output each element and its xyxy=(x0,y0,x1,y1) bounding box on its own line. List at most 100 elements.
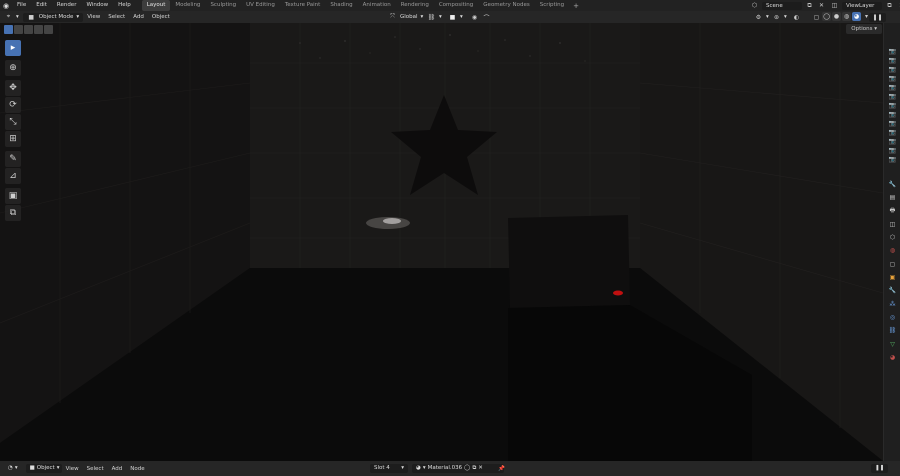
material-icon[interactable]: ◕ xyxy=(888,352,897,363)
world-icon[interactable]: ◍ xyxy=(888,245,897,256)
camera-icon[interactable]: 📷 xyxy=(888,128,897,136)
shield-icon[interactable]: ◯ xyxy=(464,464,470,473)
workspace-tab-shading[interactable]: Shading xyxy=(325,0,357,11)
menu-window[interactable]: Window xyxy=(81,0,113,11)
workspace-tab-modeling[interactable]: Modeling xyxy=(170,0,205,11)
wireframe-shading-icon[interactable]: ◯ xyxy=(822,12,831,21)
camera-icon[interactable]: 📷 xyxy=(888,137,897,145)
slot-selector[interactable]: Slot 4 ▾ xyxy=(370,464,408,473)
menu-object[interactable]: Object xyxy=(148,14,174,20)
scene-selector[interactable]: ⬡ Scene ⧉ ✕ xyxy=(750,1,826,10)
material-shading-icon[interactable]: ◍ xyxy=(842,12,851,21)
menu-view[interactable]: View xyxy=(83,14,104,20)
menu-node[interactable]: Node xyxy=(126,466,148,472)
sidebar-toggle[interactable]: ❚❚ xyxy=(869,12,886,22)
camera-icon[interactable]: 📷 xyxy=(888,92,897,100)
workspace-tab-scripting[interactable]: Scripting xyxy=(535,0,569,11)
options-button[interactable]: Options ▾ xyxy=(846,24,882,34)
pin-icon[interactable]: 📌 xyxy=(494,466,509,472)
view-layer-name[interactable]: ViewLayer xyxy=(842,1,882,10)
menu-render[interactable]: Render xyxy=(52,0,82,11)
select-new-icon[interactable] xyxy=(4,25,13,34)
move-tool[interactable]: ✥ xyxy=(5,80,21,96)
menu-view[interactable]: View xyxy=(62,466,83,472)
close-icon[interactable]: ✕ xyxy=(478,464,483,473)
camera-icon[interactable]: 📷 xyxy=(888,47,897,55)
proportional-edit-toggle[interactable]: ◉ ⌒ xyxy=(466,13,495,22)
editor-type-button[interactable]: ⌖ ▾ xyxy=(0,13,23,22)
tool-settings-icon[interactable]: 🔧 xyxy=(888,179,897,190)
copy-icon[interactable]: ⧉ xyxy=(885,1,894,10)
constraints-icon[interactable]: ⛓ xyxy=(888,325,897,336)
select-extend-icon[interactable] xyxy=(14,25,23,34)
menu-select[interactable]: Select xyxy=(104,14,129,20)
menu-add[interactable]: Add xyxy=(129,14,148,20)
scene-name[interactable]: Scene xyxy=(762,1,802,10)
camera-icon[interactable]: 📷 xyxy=(888,74,897,82)
rendered-shading-icon[interactable]: ◕ xyxy=(852,12,861,21)
sidebar-toggle[interactable]: ❚❚ xyxy=(871,464,889,473)
modifier-icon[interactable]: 🔧 xyxy=(888,285,897,296)
workspace-tab-sculpting[interactable]: Sculpting xyxy=(205,0,241,11)
render-properties-icon[interactable]: ▤ xyxy=(888,192,897,203)
rotate-tool[interactable]: ⟳ xyxy=(5,97,21,113)
close-icon[interactable]: ✕ xyxy=(817,1,826,10)
annotate-tool[interactable]: ✎ xyxy=(5,151,21,167)
camera-icon[interactable]: 📷 xyxy=(888,146,897,154)
camera-icon[interactable]: 📷 xyxy=(888,155,897,163)
solid-shading-icon[interactable]: ● xyxy=(832,12,841,21)
camera-icon[interactable]: 📷 xyxy=(888,101,897,109)
output-properties-icon[interactable]: 🖶 xyxy=(888,206,897,217)
physics-icon[interactable]: ◎ xyxy=(888,312,897,323)
workspace-tab-geometry-nodes[interactable]: Geometry Nodes xyxy=(478,0,534,11)
view-layer-icon[interactable]: ◫ xyxy=(888,219,897,230)
overlay-toggle[interactable]: ◐ xyxy=(788,13,805,22)
menu-file[interactable]: File xyxy=(12,0,31,11)
transform-orientation-selector[interactable]: ⤧ Global ▾ xyxy=(384,13,427,22)
menu-edit[interactable]: Edit xyxy=(31,0,52,11)
select-box-tool[interactable]: ▸ xyxy=(5,40,21,56)
menu-add[interactable]: Add xyxy=(108,466,127,472)
workspace-tab-texture-paint[interactable]: Texture Paint xyxy=(280,0,326,11)
pivot-point-selector[interactable]: ⛓ ▾ xyxy=(423,13,446,22)
workspace-tab-animation[interactable]: Animation xyxy=(358,0,396,11)
menu-help[interactable]: Help xyxy=(113,0,136,11)
workspace-tab-compositing[interactable]: Compositing xyxy=(434,0,478,11)
workspace-tab-layout[interactable]: Layout xyxy=(141,0,171,11)
object-icon[interactable]: ▣ xyxy=(888,272,897,283)
material-selector[interactable]: ◕ ▾ Material.036 ◯ ⧉ ✕ xyxy=(412,464,504,473)
add-cube-tool[interactable]: ▣ xyxy=(5,188,21,204)
particles-icon[interactable]: ⁂ xyxy=(888,299,897,310)
add-workspace-button[interactable]: + xyxy=(569,2,583,10)
select-intersect-icon[interactable] xyxy=(44,25,53,34)
snap-toggle[interactable]: ■ ▾ xyxy=(444,13,467,22)
camera-icon[interactable]: 📷 xyxy=(888,56,897,64)
camera-icon[interactable]: 📷 xyxy=(888,65,897,73)
view-layer-selector[interactable]: ◫ ViewLayer ⧉ ✕ xyxy=(830,1,900,10)
scale-tool[interactable]: ⤡ xyxy=(5,114,21,130)
blender-logo-icon[interactable]: ◉ xyxy=(0,0,12,11)
menu-select[interactable]: Select xyxy=(83,466,108,472)
camera-icon[interactable]: 📷 xyxy=(888,110,897,118)
mode-selector[interactable]: ■ Object Mode ▾ xyxy=(22,12,84,22)
editor-type-button[interactable]: ◔ ▾ xyxy=(4,464,22,473)
workspace-tab-uv-editing[interactable]: UV Editing xyxy=(241,0,280,11)
select-subtract-icon[interactable] xyxy=(24,25,33,34)
data-icon[interactable]: ▽ xyxy=(888,339,897,350)
copy-icon[interactable]: ⧉ xyxy=(472,464,476,473)
scene-icon[interactable]: ⬡ xyxy=(888,232,897,243)
material-name[interactable]: Material.036 xyxy=(428,464,463,473)
add-object-tool[interactable]: ⧉ xyxy=(5,205,21,221)
camera-icon[interactable]: 📷 xyxy=(888,119,897,127)
cursor-tool[interactable]: ⊕ xyxy=(5,60,21,76)
proportional-edit-icon: ◉ xyxy=(471,13,478,21)
camera-icon[interactable]: 📷 xyxy=(888,83,897,91)
shader-type-selector[interactable]: ■ Object ▾ xyxy=(25,464,62,473)
workspace-tab-rendering[interactable]: Rendering xyxy=(396,0,434,11)
measure-tool[interactable]: ⊿ xyxy=(5,168,21,184)
transform-tool[interactable]: ⊞ xyxy=(5,131,21,147)
collection-icon[interactable]: ▢ xyxy=(888,259,897,270)
3d-viewport[interactable] xyxy=(0,23,883,461)
select-invert-icon[interactable] xyxy=(34,25,43,34)
copy-icon[interactable]: ⧉ xyxy=(805,1,814,10)
